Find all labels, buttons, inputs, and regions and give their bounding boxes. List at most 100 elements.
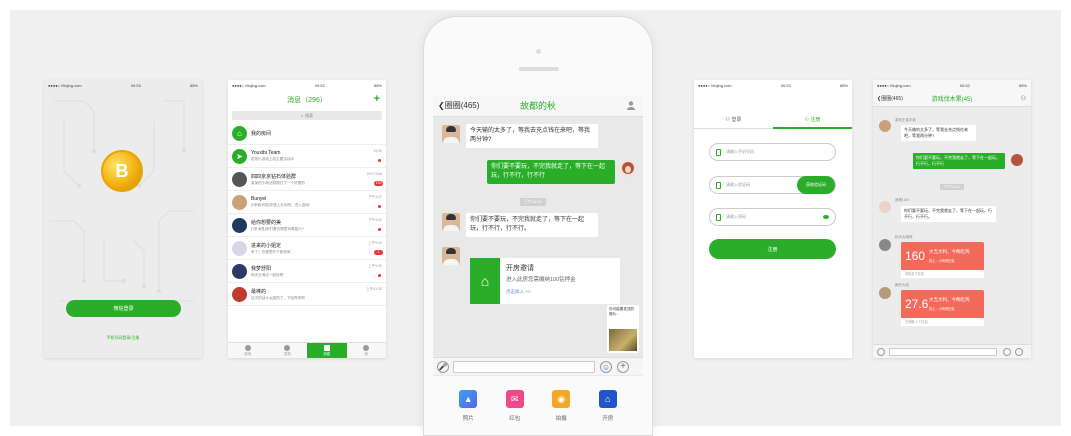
emoji-icon[interactable] [1003, 348, 1011, 356]
tab-label: 游戏 [244, 351, 252, 356]
plus-icon[interactable] [1015, 348, 1023, 356]
password-placeholder: 请输入密码 [726, 214, 746, 219]
list-item-time: 2017/11/6 [366, 172, 382, 176]
page-title: 故都的秋 [519, 101, 556, 111]
search-placeholder: 搜索 [305, 112, 314, 118]
chat-input-bar [873, 344, 1031, 358]
phone-field[interactable]: 请输入手机号码 [709, 143, 836, 161]
list-item[interactable]: 给你想要的美 [1条消息]你们要去哪里玩得高兴? 下午4:02 [228, 214, 386, 237]
password-field[interactable]: 请输入密码 [709, 208, 836, 226]
carrier-label: ●●●●○ Mojing.com [877, 83, 911, 88]
register-screen: ●●●●○ Mojing.com 00:53 88% ⚇ 登录 ⚇ 注册 请输入… [694, 80, 852, 358]
photo-suggestion-text: 你可能要发送的照片： [609, 307, 635, 316]
chat-bubble-outgoing: 你们要不要玩，不完我就走了，等下在一起玩，行不行，行不行 [487, 160, 615, 184]
tab-register[interactable]: ⚇ 注册 [773, 113, 852, 129]
tab-messages[interactable]: 消息 [307, 343, 347, 358]
phone-login-link[interactable]: 手机号码登录/注册 [44, 335, 202, 341]
list-item[interactable]: 我梦舒阳 明天去海边一起玩吧 上午9:00 [228, 260, 386, 283]
list-item[interactable]: Bunyel [2条新消息]你想上去玩吧，进入游戏! 下午4:27 [228, 191, 386, 214]
game-icon [244, 344, 251, 351]
list-item-preview: [2条新消息]你想上去玩吧，进入游戏! [251, 203, 310, 207]
status-bar: ●●●●○ Mojing.com 00:53 88% [44, 80, 202, 91]
tab-games[interactable]: 游戏 [228, 343, 268, 358]
wechat-login-button[interactable]: 微信登录 [66, 300, 181, 317]
message-input[interactable] [453, 361, 595, 373]
photo-suggestion[interactable]: 你可能要发送的照片： [607, 305, 639, 353]
avatar[interactable] [619, 160, 637, 178]
tool-label: 红包 [509, 416, 521, 422]
open-room-tool[interactable]: ⌂ 开房 [593, 390, 623, 435]
message-input[interactable] [889, 348, 997, 356]
join-room-link[interactable]: 点击加入 >> [506, 289, 531, 295]
list-item[interactable]: 四四京京钻石体验群 某某的小粉丝刚刚打了一个好看的 2017/11/6 139 [228, 168, 386, 191]
photo-tool[interactable]: ▲ 照片 [453, 390, 483, 435]
image-icon: ▲ [459, 390, 478, 408]
voice-icon[interactable]: 🎤 [437, 361, 449, 373]
list-item[interactable]: ⌂ 我的房间 [228, 122, 386, 145]
chat-header: ❮圈圈(465) 游戏伐木累(45) ⚇ [873, 91, 1031, 107]
sender-name: 杭州大咖啡 [895, 235, 913, 239]
list-item[interactable]: 最棒的 这次的战斗太激烈了，下回再来吧 上午01:30 [228, 283, 386, 306]
get-code-button[interactable]: 获取验证码 [797, 176, 835, 194]
timestamp: 下午15:44 [520, 198, 547, 206]
send-icon: ➤ [232, 148, 247, 164]
avatar[interactable] [879, 239, 891, 251]
earpiece-speaker [519, 67, 559, 71]
clock-label: 00:52 [959, 83, 970, 88]
list-item-time: 13:30 [373, 149, 382, 153]
red-packet-card[interactable]: 160 大吉大利，今晚吃鸡 向上：小鸡哥红包 你抢走了红包 [901, 242, 984, 278]
search-input[interactable]: ⌕ 搜索 [232, 111, 382, 120]
avatar[interactable] [442, 247, 460, 265]
tab-login[interactable]: ⚇ 登录 [694, 113, 773, 129]
register-button[interactable]: 注册 [709, 239, 836, 259]
back-button[interactable]: ❮圈圈(465) [438, 100, 479, 111]
avatar[interactable] [1011, 154, 1023, 166]
phone-icon [716, 149, 721, 156]
red-packet-title: 大吉大利，今晚吃鸡 [929, 297, 970, 302]
red-packet-sender: 向上：小鸡哥红包 [929, 259, 955, 263]
emoji-icon[interactable]: ☺ [600, 361, 612, 373]
list-item[interactable]: 进来的小姐定 来了！在哪里开个新房间 上午9:00 2 [228, 237, 386, 260]
eye-icon[interactable] [823, 215, 829, 219]
avatar[interactable] [442, 213, 460, 231]
voice-icon[interactable] [877, 348, 885, 356]
tab-label: 登录 [731, 117, 742, 123]
red-packet-card[interactable]: 27.6 大吉大利，今晚吃鸡 向上：小鸡哥红包 已领取 1 个红包 [901, 290, 984, 326]
avatar[interactable] [879, 287, 891, 299]
avatar [232, 240, 247, 256]
chat-input-bar: 🎤 ☺ + [433, 357, 643, 375]
profile-icon[interactable] [627, 101, 635, 110]
red-packet-footer: 你抢走了红包 [901, 270, 984, 278]
chat-bubble-outgoing: 你们要不要玩，不完我就走了，等下在一起玩，行不行，行不行 [913, 153, 1005, 169]
group-members-icon[interactable]: ⚇ [1021, 95, 1026, 102]
list-item-preview: 明天去海边一起玩吧 [251, 272, 284, 277]
red-packet-tool[interactable]: ✉ 红包 [500, 390, 530, 435]
add-icon[interactable]: + [374, 93, 380, 105]
sender-name: 游戏王者丰收 [895, 118, 916, 122]
list-item-preview: 这次的战斗太激烈了，下回再来吧 [251, 295, 305, 300]
status-bar: ●●●●○ Mojing.com 00:53 88% [694, 80, 852, 91]
tab-label: 消息 [323, 351, 331, 356]
messages-screen: ●●●●○ Mojing.com 00:52 88% 消息（296） + ⌕ 搜… [228, 80, 386, 358]
clock-label: 00:53 [780, 83, 791, 88]
chat-phone-frame: ❮圈圈(465) 故都的秋 今天输的太多了，等我去充点钱在来吧，等我两分钟? 你… [423, 16, 653, 436]
avatar[interactable] [879, 120, 891, 132]
list-item[interactable]: ➤ Youxibi Team 发现小游戏上线主题活动中 13:30 [228, 145, 386, 168]
avatar [232, 286, 247, 302]
camera-tool[interactable]: ◉ 拍摄 [546, 390, 576, 435]
tab-discover[interactable]: 发现 [268, 343, 308, 358]
attachment-panel: ▲ 照片 ✉ 红包 ◉ 拍摄 ⌂ 开房 [433, 376, 643, 435]
avatar[interactable] [442, 125, 460, 143]
unread-dot [378, 274, 381, 277]
plus-icon[interactable]: + [617, 361, 629, 373]
avatar[interactable] [879, 201, 891, 213]
carrier-label: ●●●●○ Mojing.com [48, 83, 82, 88]
code-field[interactable]: 请输入验证码 获取验证码 [709, 176, 836, 194]
camera-icon: ◉ [552, 390, 571, 408]
list-item-time: 上午01:30 [366, 287, 382, 291]
battery-label: 88% [1018, 83, 1027, 88]
room-invite-card[interactable]: ⌂ 开房邀请 进入此房您需缴纳100钻押金 点击加入 >> [470, 258, 620, 304]
list-item-preview: 发现小游戏上线主题活动中 [251, 157, 295, 161]
back-button[interactable]: ❮圈圈(465) [877, 95, 903, 102]
tab-me[interactable]: 我 [347, 343, 387, 358]
